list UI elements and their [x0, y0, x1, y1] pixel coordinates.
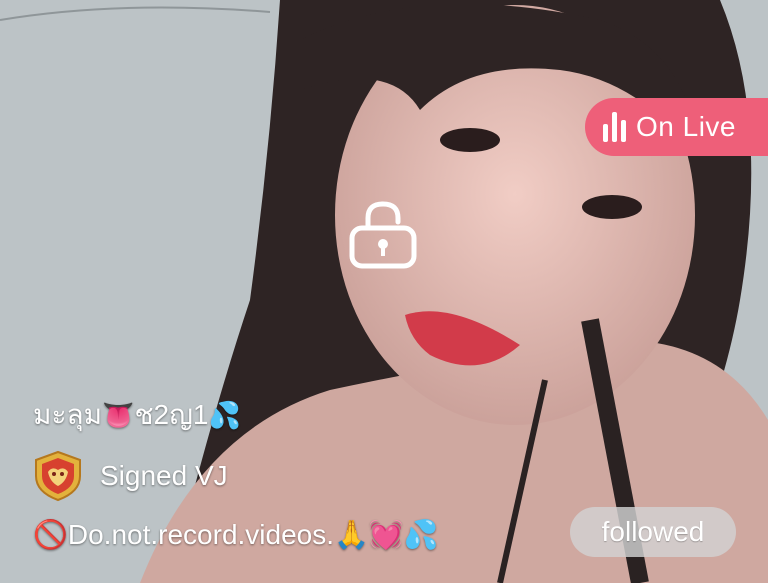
streamer-name[interactable]: มะลุม👅ช2ญ1💦 — [33, 393, 241, 437]
tongue-emoji: 👅 — [102, 400, 135, 430]
lock-icon[interactable] — [346, 200, 420, 270]
vj-shield-icon — [35, 450, 81, 502]
on-live-badge[interactable]: On Live — [585, 98, 768, 156]
sweat-droplets-emoji: 💦 — [208, 400, 241, 430]
streamer-name-text: มะลุม — [33, 399, 103, 430]
no-recording-notice: 🚫Do.not.record.videos.🙏💓💦 — [33, 518, 439, 551]
signed-vj-badge: Signed VJ — [32, 450, 228, 502]
notice-text: Do.not.record.videos. — [67, 519, 335, 550]
notice-emojis: 🙏💓💦 — [334, 519, 439, 550]
on-live-label: On Live — [636, 111, 736, 142]
prohibited-icon: 🚫 — [33, 519, 68, 550]
signed-vj-label: Signed VJ — [100, 460, 228, 491]
streamer-name-suffix: ช2ญ1 — [134, 399, 209, 430]
followed-button[interactable]: followed — [570, 507, 736, 557]
live-stream-view: On Live มะลุม👅ช2ญ1💦 Signed VJ 🚫Do.not.re… — [0, 0, 768, 583]
audio-bars-icon — [603, 112, 626, 142]
